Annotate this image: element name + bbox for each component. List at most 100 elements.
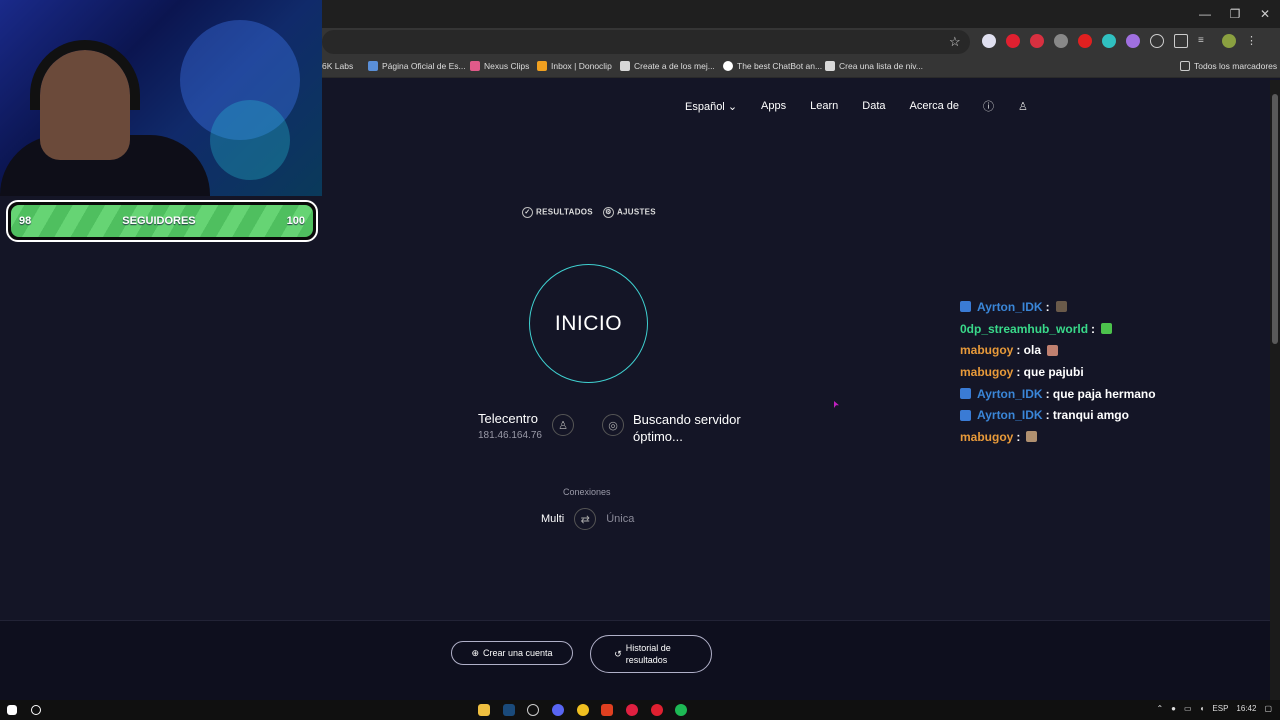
chat-username: Ayrton_IDK (977, 386, 1043, 401)
check-circle-icon: ✓ (522, 207, 533, 218)
nav-learn[interactable]: Learn (810, 100, 838, 112)
chat-username: mabugoy (960, 429, 1014, 444)
extension-icon[interactable] (1006, 34, 1020, 48)
tab-results[interactable]: ✓ RESULTADOS (522, 207, 593, 218)
chevron-up-icon[interactable]: ⌃ (1156, 704, 1163, 713)
start-button[interactable]: INICIO (529, 264, 648, 383)
all-bookmarks[interactable]: Todos los marcadores (1180, 61, 1277, 71)
bookmark-item[interactable]: Inbox | Donoclip (537, 61, 612, 71)
results-history-button[interactable]: ↺ Historial de resultados (590, 635, 712, 673)
volume-icon[interactable]: ◖ (1200, 704, 1205, 713)
spotify-icon[interactable] (675, 704, 687, 716)
user-badge-icon (960, 388, 971, 400)
chat-message: Ayrton_IDK: que paja hermano (960, 383, 1200, 405)
app-icon[interactable] (626, 704, 638, 716)
extension-icon[interactable] (982, 34, 996, 48)
extension-icon[interactable] (1126, 34, 1140, 48)
background-light (210, 100, 290, 180)
connection-single[interactable]: Única (606, 513, 634, 525)
maximize-icon[interactable]: ❐ (1220, 0, 1250, 28)
screen: — ❐ ✕ ☆ ≡ ⋮ 6K Labs Página Oficial de Es… (0, 0, 1280, 720)
tab-settings[interactable]: ⚙ AJUSTES (602, 207, 656, 218)
minimize-icon[interactable]: — (1190, 0, 1220, 28)
chat-text: : tranqui amgo (1045, 408, 1129, 423)
file-explorer-icon[interactable] (478, 704, 490, 716)
followers-goal-fill: 98 SEGUIDORES 100 (11, 205, 313, 237)
steam-icon[interactable] (503, 704, 515, 716)
bookmark-favicon-icon (723, 61, 733, 71)
webcam-overlay (0, 0, 322, 196)
chrome-icon[interactable] (577, 704, 589, 716)
discord-icon[interactable] (552, 704, 564, 716)
connection-multi[interactable]: Multi (541, 513, 564, 525)
keyboard-language[interactable]: ESP (1212, 704, 1228, 713)
language-selector[interactable]: Español ⌄ (685, 100, 737, 113)
extension-icon[interactable] (1030, 34, 1044, 48)
headset-icon (30, 40, 140, 110)
clock[interactable]: 16:42 (1236, 704, 1256, 713)
emote-icon (1101, 323, 1113, 335)
extension-icon[interactable] (1054, 34, 1068, 48)
profile-avatar[interactable] (1222, 34, 1236, 48)
nav-about[interactable]: Acerca de (910, 100, 960, 112)
bookmark-item[interactable]: Página Oficial de Es... (368, 61, 466, 71)
create-account-button[interactable]: ⊕ Crear una cuenta (451, 641, 573, 665)
user-icon[interactable]: ♙ (1018, 100, 1028, 113)
bookmark-favicon-icon (825, 61, 835, 71)
chat-message: 0dp_streamhub_world: (960, 318, 1200, 340)
extension-icon[interactable] (1102, 34, 1116, 48)
microphone-icon[interactable]: ● (1171, 704, 1176, 713)
bookmark-star-icon[interactable]: ☆ (949, 34, 961, 50)
puzzle-icon[interactable] (1174, 34, 1188, 48)
extension-icon[interactable] (1078, 34, 1092, 48)
toggle-arrows-icon[interactable]: ⇄ (574, 508, 597, 530)
globe-icon[interactable]: ◎ (602, 414, 624, 436)
bookmark-favicon-icon (368, 61, 378, 71)
isp-name: Telecentro (478, 411, 538, 426)
bookmark-item[interactable]: Create a de los mej... (620, 61, 715, 71)
server-status[interactable]: Buscando servidor óptimo... (633, 411, 763, 445)
chat-username: mabugoy (960, 364, 1014, 379)
app-icon[interactable] (651, 704, 663, 716)
notifications-icon[interactable]: ▢ (1264, 704, 1272, 713)
extension-icon[interactable] (1150, 34, 1164, 48)
site-nav: Español ⌄ Apps Learn Data Acerca de ⓘ ♙ (685, 98, 1028, 114)
user-badge-icon (960, 409, 971, 421)
extension-icons: ≡ ⋮ (982, 34, 1260, 48)
bookmark-item[interactable]: Crea una lista de niv... (825, 61, 923, 71)
followers-goal: 100 (286, 215, 305, 227)
chat-text: : ola (1016, 343, 1042, 358)
nav-data[interactable]: Data (862, 100, 885, 112)
connections-label: Conexiones (563, 487, 611, 497)
followers-current: 98 (19, 215, 32, 227)
chat-message: Ayrton_IDK: (960, 296, 1200, 318)
taskbar: ⌃ ● ▭ ◖ ESP 16:42 ▢ (0, 700, 1280, 720)
chat-text: : (1016, 429, 1021, 444)
network-icon[interactable]: ▭ (1184, 704, 1192, 713)
nav-apps[interactable]: Apps (761, 100, 786, 112)
help-icon[interactable]: ⓘ (983, 98, 994, 114)
chat-text: : (1091, 321, 1096, 336)
scrollbar-thumb[interactable] (1272, 94, 1278, 344)
followers-goal-bar: 98 SEGUIDORES 100 (6, 200, 318, 242)
add-user-icon: ⊕ (471, 647, 479, 658)
isp-ip: 181.46.164.76 (478, 430, 542, 441)
bookmark-favicon-icon (537, 61, 547, 71)
gear-icon: ⚙ (602, 207, 614, 218)
chat-message: mabugoy: (960, 426, 1200, 448)
followers-label: SEGUIDORES (122, 215, 196, 227)
close-icon[interactable]: ✕ (1250, 0, 1280, 28)
kebab-menu-icon[interactable]: ⋮ (1246, 34, 1260, 48)
chat-username: Ayrton_IDK (977, 299, 1043, 314)
chevron-down-icon: ⌄ (727, 100, 738, 113)
bookmark-item[interactable]: Nexus Clips (470, 61, 529, 71)
windows-start-icon[interactable] (7, 705, 17, 715)
bookmark-item[interactable]: The best ChatBot an... (723, 61, 822, 71)
app-icon[interactable] (527, 704, 539, 716)
chat-username: 0dp_streamhub_world (960, 321, 1089, 336)
playlist-icon[interactable]: ≡ (1198, 34, 1212, 48)
bookmark-item[interactable]: 6K Labs (322, 61, 353, 71)
brave-icon[interactable] (601, 704, 613, 716)
address-bar[interactable] (322, 30, 970, 54)
search-icon[interactable] (31, 705, 41, 715)
